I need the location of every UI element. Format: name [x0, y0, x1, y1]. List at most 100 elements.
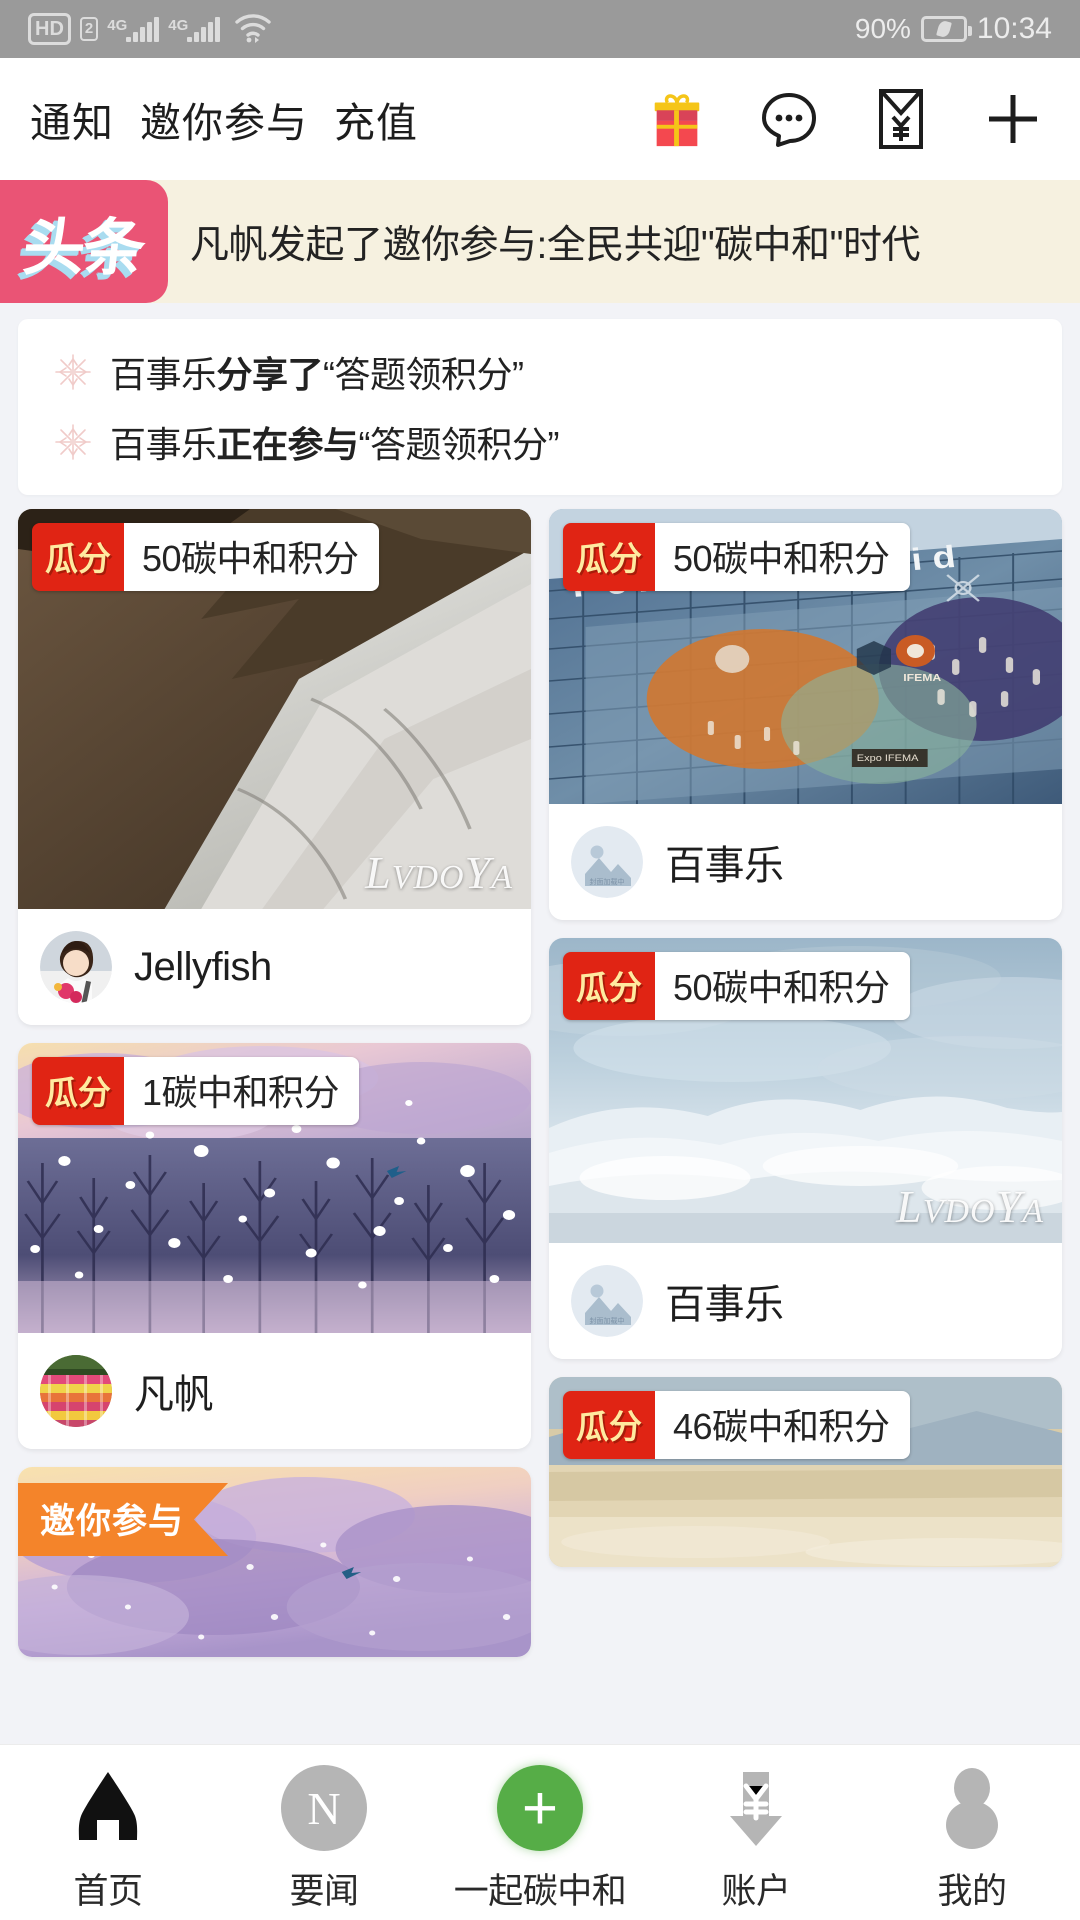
card-badge: 瓜分 46碳中和积分: [563, 1391, 910, 1459]
app-bar-icons: [646, 88, 1050, 150]
feed-card[interactable]: 邀你参与: [18, 1467, 531, 1657]
nav-item-carbon-neutral[interactable]: + 一起碳中和: [432, 1765, 648, 1914]
avatar[interactable]: 封面加载中: [571, 1265, 643, 1337]
notice-action: 正在参与: [216, 424, 360, 465]
headline-badge-label: 头条: [19, 210, 148, 284]
card-badge-points: 1碳中和积分: [124, 1057, 360, 1125]
avatar[interactable]: [40, 1355, 112, 1427]
card-badge-points: 50碳中和积分: [655, 523, 910, 591]
plus-circle: +: [497, 1765, 583, 1851]
feed-card[interactable]: IFEMA Expo IFEMA F e r i a d e M a d r i…: [549, 509, 1062, 920]
nav-label-carbon-neutral: 一起碳中和: [453, 1872, 627, 1911]
card-footer: 封面加载中 百事乐: [549, 804, 1062, 920]
list-item[interactable]: 百事乐分享了“答题领积分”: [18, 337, 1062, 407]
card-username: 凡帆: [134, 1373, 214, 1417]
app-screen: HD 2 4G 4G 90% 10:34 通知 邀你参与 充值 头条 凡帆发起了…: [0, 0, 1080, 1920]
plus-circle-icon: +: [497, 1765, 583, 1851]
feed-column-left: 瓜分 50碳中和积分 LVDOYA Jellyfish 瓜分 1碳中和积分 凡帆…: [18, 509, 531, 1657]
card-username: 百事乐: [665, 844, 784, 888]
status-bar-left: HD 2 4G 4G: [28, 11, 273, 48]
svg-text:IFEMA: IFEMA: [903, 673, 941, 684]
notice-card: 百事乐分享了“答题领积分” 百事乐正在参与“答题领积分”: [18, 319, 1062, 495]
card-badge: 瓜分 50碳中和积分: [32, 523, 379, 591]
person-icon: [933, 1765, 1011, 1851]
feed-card[interactable]: 瓜分 50碳中和积分 LVDOYA Jellyfish: [18, 509, 531, 1025]
home-icon: [65, 1765, 151, 1851]
hd-icon: HD: [28, 13, 71, 45]
nav-label-home: 首页: [73, 1872, 143, 1911]
status-bar: HD 2 4G 4G 90% 10:34: [0, 0, 1080, 58]
card-image: 瓜分 50碳中和积分 LVDOYA: [18, 509, 531, 909]
card-badge-tag: 瓜分: [563, 1391, 655, 1459]
card-image: IFEMA Expo IFEMA F e r i a d e M a d r i…: [549, 509, 1062, 804]
card-badge-tag: 瓜分: [32, 523, 124, 591]
signal-bars-1-icon: [126, 16, 160, 42]
card-image: 瓜分 46碳中和积分: [549, 1377, 1062, 1567]
sparkle-icon: [52, 351, 94, 393]
sparkle-icon: [52, 421, 94, 463]
plus-icon[interactable]: [982, 88, 1044, 150]
battery-percent: 90%: [854, 13, 911, 44]
notice-text: 百事乐分享了“答题领积分”: [110, 346, 524, 398]
sim-slot-icon: 2: [79, 17, 99, 41]
wifi-icon: [233, 11, 273, 48]
watermark: LVDOYA: [896, 1181, 1044, 1232]
signal-1: 4G: [107, 16, 160, 42]
app-bar-tabs: 通知 邀你参与 充值: [30, 89, 418, 149]
notice-target: “答题领积分”: [323, 354, 524, 395]
gift-icon[interactable]: [646, 88, 708, 150]
notice-action: 分享了: [216, 354, 324, 395]
watermark: LVDOYA: [365, 847, 513, 898]
notice-user: 百事乐: [110, 424, 217, 465]
news-n-icon: N: [281, 1765, 367, 1851]
feed-card[interactable]: 瓜分 46碳中和积分: [549, 1377, 1062, 1567]
feed-card[interactable]: 瓜分 1碳中和积分 凡帆: [18, 1043, 531, 1449]
avatar[interactable]: [40, 931, 112, 1003]
chat-bubble-icon[interactable]: [758, 88, 820, 150]
network-type-2: 4G: [168, 16, 189, 34]
yen-download-icon: [720, 1765, 792, 1851]
card-image: 瓜分 1碳中和积分: [18, 1043, 531, 1333]
card-badge-points: 50碳中和积分: [124, 523, 379, 591]
nav-label-account: 账户: [721, 1872, 791, 1911]
card-badge-tag: 瓜分: [563, 952, 655, 1020]
tab-recharge[interactable]: 充值: [334, 89, 418, 149]
card-username: 百事乐: [665, 1283, 784, 1327]
card-badge: 瓜分 50碳中和积分: [563, 952, 910, 1020]
card-badge-tag: 瓜分: [563, 523, 655, 591]
clock: 10:34: [976, 12, 1052, 45]
nav-item-account[interactable]: 账户: [648, 1765, 864, 1914]
tab-invite[interactable]: 邀你参与: [140, 89, 308, 149]
headline-banner[interactable]: 头条 凡帆发起了邀你参与:全民共迎"碳中和"时代: [0, 180, 1080, 303]
card-image: 瓜分 50碳中和积分 LVDOYA: [549, 938, 1062, 1243]
feed-column-right: IFEMA Expo IFEMA F e r i a d e M a d r i…: [549, 509, 1062, 1657]
card-badge: 瓜分 50碳中和积分: [563, 523, 910, 591]
status-bar-right: 90% 10:34: [855, 12, 1052, 46]
headline-badge: 头条: [0, 180, 168, 303]
nav-item-news[interactable]: N 要闻: [216, 1765, 432, 1914]
nav-label-news: 要闻: [289, 1872, 359, 1911]
app-bar: 通知 邀你参与 充值: [0, 58, 1080, 180]
notice-user: 百事乐: [110, 354, 217, 395]
nav-label-mine: 我的: [937, 1872, 1007, 1911]
signal-2: 4G: [168, 16, 221, 42]
card-badge-points: 50碳中和积分: [655, 952, 910, 1020]
notice-target: “答题领积分”: [358, 424, 560, 465]
signal-bars-2-icon: [187, 16, 221, 42]
avatar[interactable]: 封面加载中: [571, 826, 643, 898]
card-badge: 瓜分 1碳中和积分: [32, 1057, 360, 1125]
card-username: Jellyfish: [134, 944, 272, 989]
card-footer: Jellyfish: [18, 909, 531, 1025]
notice-text: 百事乐正在参与“答题领积分”: [110, 416, 560, 468]
card-footer: 凡帆: [18, 1333, 531, 1449]
list-item[interactable]: 百事乐正在参与“答题领积分”: [18, 407, 1062, 477]
nav-item-home[interactable]: 首页: [0, 1765, 216, 1914]
tab-notifications[interactable]: 通知: [30, 89, 114, 149]
news-circle: N: [281, 1765, 367, 1851]
nav-item-mine[interactable]: 我的: [864, 1765, 1080, 1914]
envelope-yen-icon[interactable]: [870, 88, 932, 150]
feed-grid: 瓜分 50碳中和积分 LVDOYA Jellyfish 瓜分 1碳中和积分 凡帆…: [0, 495, 1080, 1657]
card-badge-points: 46碳中和积分: [655, 1391, 910, 1459]
card-footer: 封面加载中 百事乐: [549, 1243, 1062, 1359]
feed-card[interactable]: 瓜分 50碳中和积分 LVDOYA 封面加载中 百事乐: [549, 938, 1062, 1359]
